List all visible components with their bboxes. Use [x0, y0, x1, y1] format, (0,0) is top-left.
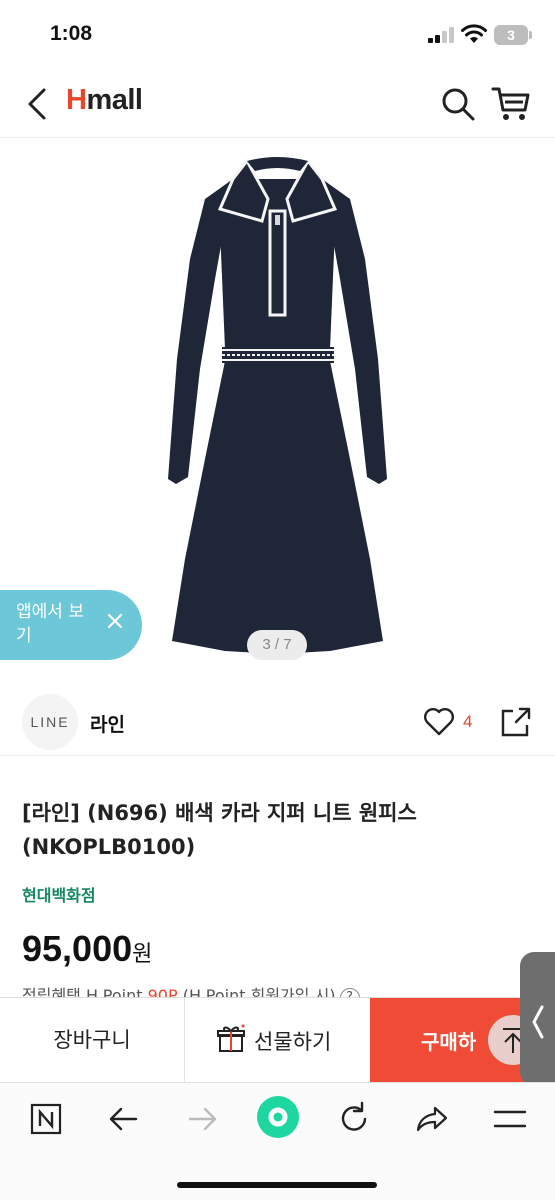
chevron-left-icon — [532, 1005, 544, 1039]
browser-forward-icon[interactable] — [180, 1097, 224, 1141]
status-time: 1:08 — [50, 22, 93, 45]
home-indicator — [177, 1182, 377, 1188]
home-icon[interactable] — [254, 1093, 302, 1141]
brand-row: LINE 라인 4 — [0, 690, 555, 756]
search-icon[interactable] — [438, 84, 478, 124]
logo-rest: mall — [86, 84, 143, 116]
browser-back-icon[interactable] — [102, 1097, 146, 1141]
app-header: Hmall — [0, 70, 555, 138]
browser-toolbar — [0, 1082, 555, 1200]
brand-name[interactable]: 라인 — [90, 710, 125, 737]
close-icon[interactable] — [104, 610, 126, 632]
buy-label: 구매하 — [421, 1030, 477, 1054]
product-price: 95,000원 — [22, 928, 152, 970]
product-title: [라인] (N696) 배색 카라 지퍼 니트 원피스 (NKOPLB0100) — [22, 801, 417, 859]
brand-logo[interactable]: LINE — [22, 694, 78, 750]
gift-icon — [217, 1024, 245, 1052]
gallery-pager: 3 / 7 — [247, 630, 307, 660]
naver-icon[interactable] — [24, 1097, 68, 1141]
open-in-app-banner[interactable]: 앱에서 보기 — [0, 590, 142, 660]
side-panel-handle[interactable] — [520, 952, 555, 1086]
heart-icon[interactable] — [422, 706, 456, 738]
share-arrow-icon[interactable] — [410, 1097, 454, 1141]
open-in-app-text: 앱에서 보기 — [16, 602, 84, 646]
point-benefit: 적립혜택 H.Point 90P (H.Point 회원가입 시)? — [22, 982, 360, 998]
purchase-action-bar: 장바구니 선물하기 구매하 — [0, 997, 555, 1082]
hmall-logo[interactable]: Hmall — [66, 84, 143, 117]
refresh-icon[interactable] — [332, 1097, 376, 1141]
back-icon[interactable] — [18, 82, 58, 126]
gift-button[interactable]: 선물하기 — [186, 998, 370, 1082]
dress-image — [168, 157, 387, 654]
price-unit: 원 — [132, 942, 153, 967]
add-to-cart-button[interactable]: 장바구니 — [0, 998, 185, 1082]
battery-icon: 3 — [494, 25, 528, 45]
logo-h: H — [66, 84, 87, 116]
gift-label: 선물하기 — [254, 1030, 332, 1054]
like-count: 4 — [463, 712, 473, 731]
cell-signal-icon — [428, 27, 456, 43]
store-name[interactable]: 현대백화점 — [22, 882, 96, 906]
menu-icon[interactable] — [488, 1097, 532, 1141]
status-bar: 1:08 3 — [0, 0, 555, 70]
wifi-icon — [461, 24, 487, 43]
battery-cap — [529, 31, 532, 39]
price-value: 95,000 — [22, 928, 133, 969]
share-icon[interactable] — [498, 704, 534, 740]
cart-icon[interactable] — [490, 84, 532, 124]
product-image-gallery[interactable]: 3 / 7 — [0, 139, 555, 667]
